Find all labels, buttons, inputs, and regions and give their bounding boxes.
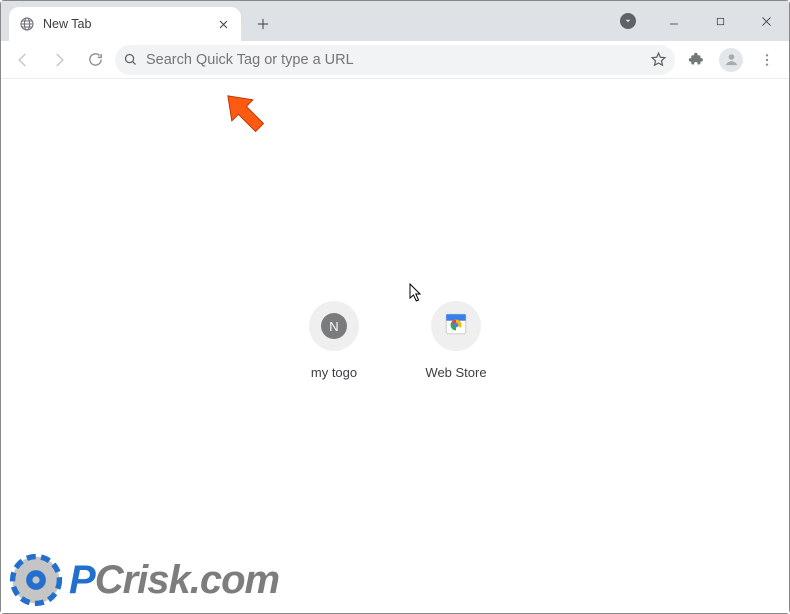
watermark-disc-icon bbox=[9, 553, 63, 607]
window-controls bbox=[605, 1, 789, 41]
address-bar[interactable] bbox=[115, 45, 675, 75]
caret-down-icon bbox=[620, 13, 636, 29]
watermark-text: PCrisk.com bbox=[69, 558, 279, 603]
new-tab-page: N my togo bbox=[1, 79, 789, 613]
shortcut-label: my togo bbox=[311, 365, 357, 380]
browser-tab[interactable]: New Tab bbox=[9, 7, 241, 41]
media-control-badge[interactable] bbox=[605, 1, 651, 41]
watermark: PCrisk.com bbox=[9, 553, 279, 607]
globe-icon bbox=[19, 16, 35, 32]
close-window-button[interactable] bbox=[743, 1, 789, 41]
tab-title: New Tab bbox=[43, 17, 215, 31]
bookmark-star-icon[interactable] bbox=[650, 51, 667, 68]
watermark-p: P bbox=[69, 558, 95, 602]
profile-button[interactable] bbox=[715, 44, 747, 76]
shortcut-tile: N bbox=[309, 301, 359, 351]
watermark-rest: risk.com bbox=[123, 558, 280, 602]
shortcut-web-store[interactable]: Web Store bbox=[415, 301, 497, 380]
shortcut-letter-icon: N bbox=[321, 313, 347, 339]
forward-button[interactable] bbox=[43, 44, 75, 76]
search-icon bbox=[123, 52, 138, 67]
shortcut-row: N my togo bbox=[1, 301, 789, 380]
web-store-icon bbox=[443, 311, 469, 342]
toolbar bbox=[1, 41, 789, 79]
omnibox-input[interactable] bbox=[146, 52, 642, 68]
shortcut-tile bbox=[431, 301, 481, 351]
watermark-c: C bbox=[95, 558, 123, 602]
new-tab-button[interactable] bbox=[249, 10, 277, 38]
extensions-button[interactable] bbox=[679, 44, 711, 76]
tab-strip: New Tab bbox=[1, 1, 789, 41]
browser-window: New Tab bbox=[0, 0, 790, 614]
avatar-icon bbox=[719, 48, 743, 72]
back-button[interactable] bbox=[7, 44, 39, 76]
shortcut-my-togo[interactable]: N my togo bbox=[293, 301, 375, 380]
maximize-button[interactable] bbox=[697, 1, 743, 41]
shortcut-label: Web Store bbox=[425, 365, 486, 380]
close-tab-button[interactable] bbox=[215, 16, 231, 32]
reload-button[interactable] bbox=[79, 44, 111, 76]
menu-button[interactable] bbox=[751, 44, 783, 76]
minimize-button[interactable] bbox=[651, 1, 697, 41]
